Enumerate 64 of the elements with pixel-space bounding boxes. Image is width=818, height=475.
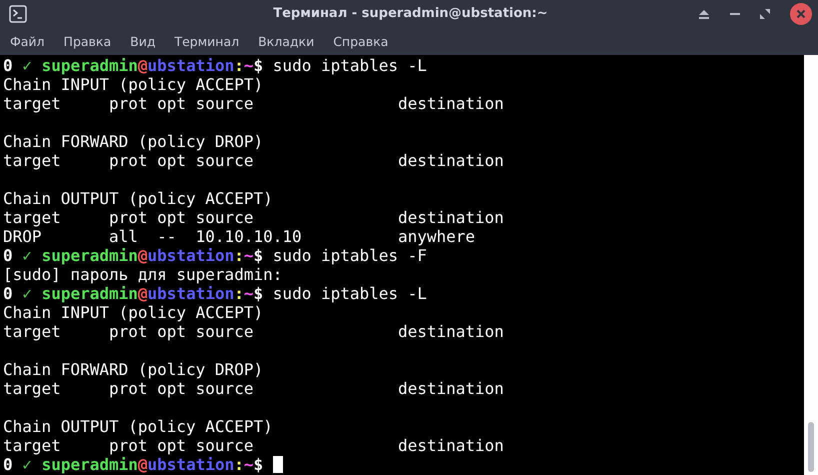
prompt-path: ~ bbox=[244, 56, 254, 75]
output-line: [sudo] пароль для superadmin: bbox=[3, 265, 282, 284]
output-line: target prot opt source destination bbox=[3, 151, 504, 170]
menu-item[interactable]: Правка bbox=[64, 34, 112, 48]
close-icon[interactable] bbox=[790, 2, 812, 24]
prompt-symbol: $ bbox=[254, 56, 264, 75]
output-line: target prot opt source destination bbox=[3, 94, 504, 113]
minimize-icon[interactable] bbox=[730, 12, 740, 16]
command-text: sudo iptables -L bbox=[272, 284, 427, 303]
prompt-user: superadmin bbox=[42, 284, 138, 303]
prompt-symbol: $ bbox=[254, 246, 264, 265]
prompt-colon: : bbox=[234, 56, 244, 75]
menu-item[interactable]: Вкладки bbox=[258, 34, 314, 48]
prompt-at: @ bbox=[138, 284, 148, 303]
prompt-at: @ bbox=[138, 56, 148, 75]
output-line: Chain INPUT (policy ACCEPT) bbox=[3, 303, 264, 322]
prompt-colon: : bbox=[234, 246, 244, 265]
prompt-at: @ bbox=[138, 455, 148, 474]
output-line: DROP all -- 10.10.10.10 anywhere bbox=[3, 227, 476, 246]
output-line: target prot opt source destination bbox=[3, 379, 504, 398]
prompt-symbol: $ bbox=[254, 455, 264, 474]
menu-item[interactable]: Терминал bbox=[174, 34, 240, 48]
output-line: Chain FORWARD (policy DROP) bbox=[3, 132, 264, 151]
prompt-user: superadmin bbox=[42, 246, 138, 265]
exit-status: 0 bbox=[3, 56, 13, 75]
prompt-host: ubstation bbox=[148, 56, 234, 75]
output-line: target prot opt source destination bbox=[3, 322, 504, 341]
prompt-host: ubstation bbox=[148, 284, 234, 303]
prompt-path: ~ bbox=[244, 284, 254, 303]
prompt-colon: : bbox=[234, 455, 244, 474]
output-line: Chain FORWARD (policy DROP) bbox=[3, 360, 264, 379]
maximize-icon[interactable] bbox=[760, 8, 770, 18]
menu-item[interactable]: Файл bbox=[10, 34, 45, 48]
prompt-user: superadmin bbox=[42, 56, 138, 75]
prompt-symbol: $ bbox=[254, 284, 264, 303]
window-title: Терминал - superadmin@ubstation:~ bbox=[273, 6, 548, 21]
output-line: Chain OUTPUT (policy ACCEPT) bbox=[3, 189, 273, 208]
text-cursor bbox=[272, 456, 283, 473]
output-line: target prot opt source destination bbox=[3, 436, 504, 455]
prompt-host: ubstation bbox=[148, 455, 234, 474]
check-mark: ✓ bbox=[22, 56, 32, 75]
check-mark: ✓ bbox=[22, 284, 32, 303]
prompt-path: ~ bbox=[244, 455, 254, 474]
exit-status: 0 bbox=[3, 455, 13, 474]
terminal-icon bbox=[9, 4, 27, 22]
prompt-host: ubstation bbox=[148, 246, 234, 265]
scrollbar-thumb[interactable] bbox=[808, 422, 814, 472]
output-line: Chain INPUT (policy ACCEPT) bbox=[3, 75, 264, 94]
check-mark: ✓ bbox=[22, 246, 32, 265]
prompt-path: ~ bbox=[244, 246, 254, 265]
output-line: target prot opt source destination bbox=[3, 208, 504, 227]
prompt-colon: : bbox=[234, 284, 244, 303]
prompt-user: superadmin bbox=[42, 455, 138, 474]
exit-status: 0 bbox=[3, 246, 13, 265]
menu-item[interactable]: Справка bbox=[333, 34, 388, 48]
output-line: Chain OUTPUT (policy ACCEPT) bbox=[3, 417, 273, 436]
eject-icon[interactable] bbox=[698, 8, 710, 20]
check-mark: ✓ bbox=[22, 455, 32, 474]
menu-item[interactable]: Вид bbox=[130, 34, 156, 48]
exit-status: 0 bbox=[3, 284, 13, 303]
prompt-at: @ bbox=[138, 246, 148, 265]
scrollbar[interactable] bbox=[804, 55, 818, 475]
command-text: sudo iptables -L bbox=[272, 56, 427, 75]
command-text: sudo iptables -F bbox=[272, 246, 427, 265]
